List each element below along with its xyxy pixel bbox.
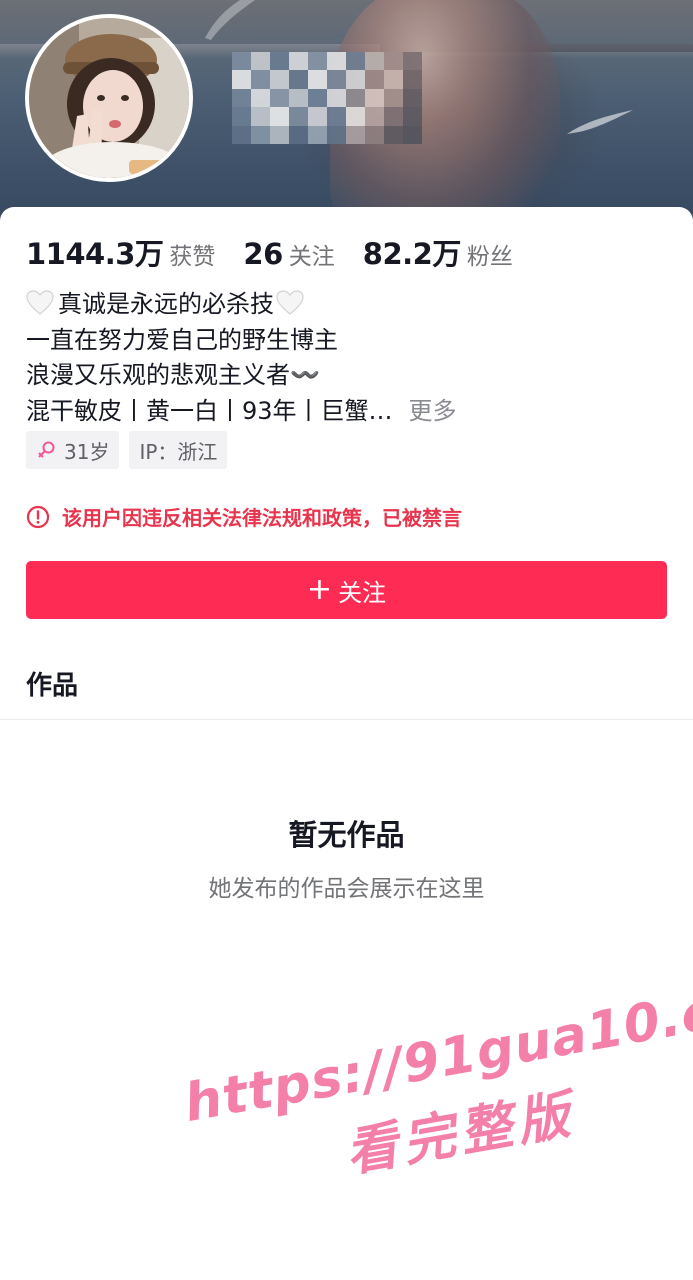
bio-line-1-text: 真诚是永远的必杀技 — [58, 290, 274, 318]
stat-followers-label: 粉丝 — [466, 244, 513, 270]
age-tag-label: 31岁 — [64, 439, 110, 464]
ban-notice-text: 该用户因违反相关法律法规和政策，已被禁言 — [62, 506, 462, 530]
avatar[interactable] — [25, 14, 193, 182]
tab-works[interactable]: 作品 — [26, 665, 78, 702]
stat-following[interactable]: 26 关注 — [243, 237, 334, 271]
seagull-icon — [567, 110, 633, 134]
empty-state-subtitle: 她发布的作品会展示在这里 — [208, 876, 485, 902]
bird-wing-icon — [205, 0, 255, 40]
warning-icon — [26, 505, 50, 528]
age-tag: 31岁 — [26, 431, 120, 469]
ip-tag-label: IP：浙江 — [139, 439, 218, 464]
bio-line-1: 真诚是永远的必杀技 — [26, 287, 666, 323]
white-heart-icon — [26, 290, 54, 315]
bio-line-4-text: 混干敏皮丨黄一白丨93年丨巨蟹… — [26, 396, 393, 425]
profile-stats: 1144.3万 获赞 26 关注 82.2万 粉丝 — [26, 231, 541, 271]
tab-divider — [0, 719, 693, 720]
ban-notice: 该用户因违反相关法律法规和政策，已被禁言 — [26, 502, 462, 531]
stat-following-label: 关注 — [288, 244, 335, 270]
plus-icon: + — [306, 572, 333, 607]
follow-button-label: 关注 — [338, 578, 387, 607]
stat-followers[interactable]: 82.2万 粉丝 — [363, 231, 513, 273]
bio-line-4: 混干敏皮丨黄一白丨93年丨巨蟹… 更多 — [26, 394, 666, 430]
empty-state-title: 暂无作品 — [288, 818, 405, 852]
bio-line-2: 一直在努力爱自己的野生博主 — [26, 325, 338, 354]
avatar-portrait — [29, 18, 189, 178]
profile-sheet: 1144.3万 获赞 26 关注 82.2万 粉丝 真诚是永远的必杀技 一直在努… — [0, 207, 693, 1280]
profile-bio[interactable]: 真诚是永远的必杀技 一直在努力爱自己的野生博主 浪漫又乐观的悲观主义者〰️ 混干… — [26, 287, 666, 429]
pixelated-mosaic — [232, 52, 422, 144]
stat-likes-value: 1144.3万 — [26, 237, 164, 271]
stat-likes: 1144.3万 获赞 — [26, 231, 215, 273]
profile-tags: 31岁 IP：浙江 — [26, 431, 237, 469]
ip-tag: IP：浙江 — [129, 431, 228, 469]
follow-button[interactable]: + 关注 — [26, 561, 667, 619]
bio-more-link[interactable]: 更多 — [409, 397, 457, 425]
stat-followers-value: 82.2万 — [362, 237, 462, 271]
stat-following-value: 26 — [243, 237, 283, 271]
stat-likes-label: 获赞 — [169, 244, 216, 270]
white-heart-icon — [276, 290, 304, 315]
bio-line-3: 浪漫又乐观的悲观主义者〰️ — [26, 361, 320, 389]
female-gender-icon — [38, 441, 55, 458]
